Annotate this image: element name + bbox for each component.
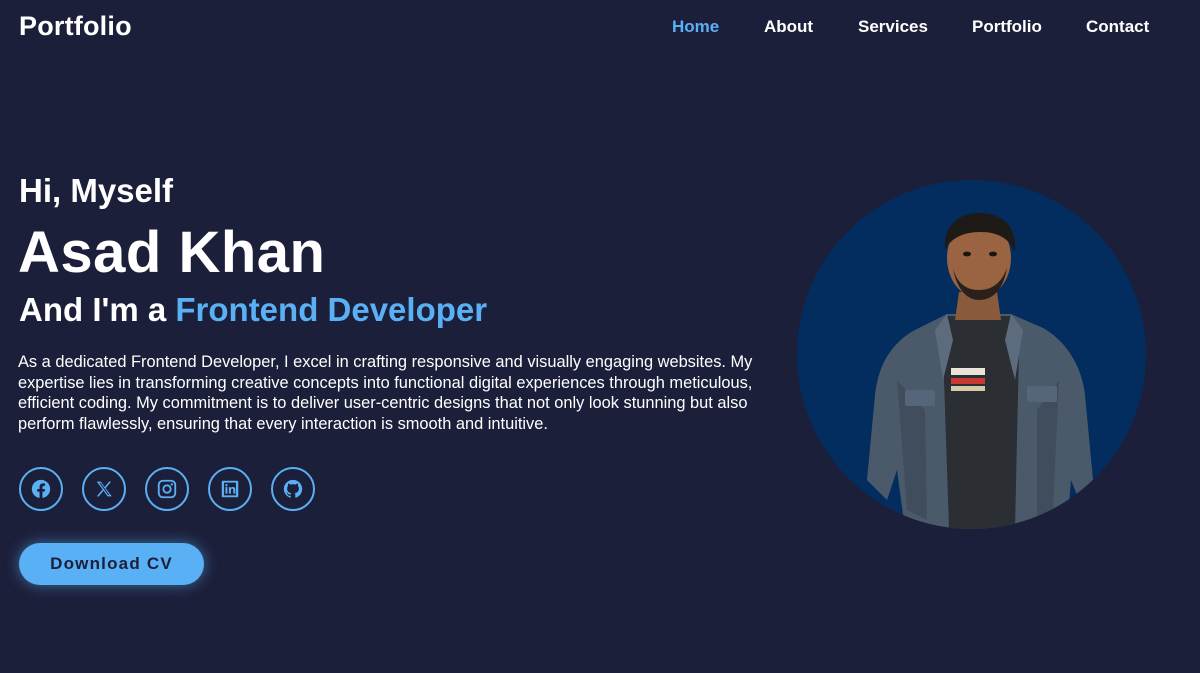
hero-role-title: Frontend Developer (175, 291, 488, 328)
nav-home[interactable]: Home (672, 17, 719, 37)
github-icon (283, 479, 303, 498)
download-cv-button[interactable]: Download CV (19, 543, 204, 585)
nav-about[interactable]: About (764, 17, 813, 37)
facebook-link[interactable] (19, 467, 63, 511)
profile-photo (797, 180, 1146, 529)
nav-services[interactable]: Services (858, 17, 928, 37)
hero-role: And I'm a Frontend Developer (19, 291, 487, 329)
linkedin-icon (221, 480, 239, 498)
instagram-icon (157, 479, 177, 499)
main-nav: Home About Services Portfolio Contact (0, 17, 1200, 41)
github-link[interactable] (271, 467, 315, 511)
hero-role-prefix: And I'm a (19, 291, 176, 328)
person-illustration (867, 212, 1093, 529)
nav-contact[interactable]: Contact (1086, 17, 1149, 37)
instagram-link[interactable] (145, 467, 189, 511)
hero-greeting: Hi, Myself (19, 172, 174, 209)
page: Portfolio Home About Services Portfolio … (0, 0, 1200, 673)
hero-name: Asad Khan (18, 220, 326, 285)
x-link[interactable] (82, 467, 126, 511)
facebook-icon (31, 479, 51, 499)
nav-portfolio[interactable]: Portfolio (972, 17, 1042, 37)
x-icon (96, 481, 112, 497)
linkedin-link[interactable] (208, 467, 252, 511)
hero-description: As a dedicated Frontend Developer, I exc… (18, 353, 753, 434)
social-links (19, 467, 339, 511)
